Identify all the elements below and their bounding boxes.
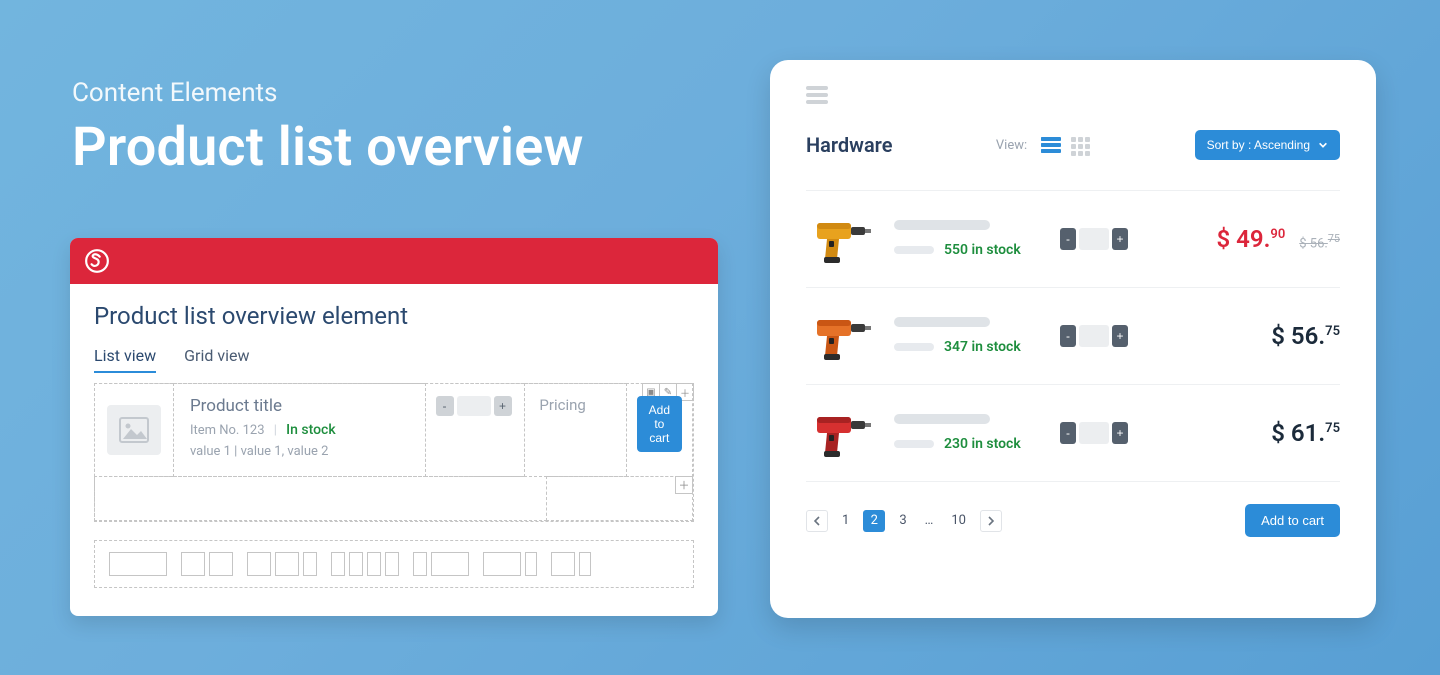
qty-input[interactable]: [1079, 228, 1109, 250]
product-title-placeholder: [894, 414, 990, 424]
pager-page[interactable]: 1: [838, 513, 853, 528]
wf-values: value 1 | value 1, value 2: [190, 444, 409, 459]
sort-label: Sort by : Ascending: [1207, 138, 1310, 152]
product-title-placeholder: [894, 317, 990, 327]
wf-box: [109, 552, 167, 576]
wf-box: [385, 552, 399, 576]
wf-box: [275, 552, 299, 576]
pager-page[interactable]: …: [921, 513, 938, 528]
wf-box: [525, 552, 537, 576]
product-image: [806, 403, 880, 463]
wf-box: [247, 552, 271, 576]
qty-plus-button[interactable]: +: [1112, 228, 1128, 250]
wf-box: [303, 552, 317, 576]
editor-header: [70, 238, 718, 284]
pager-page[interactable]: 10: [947, 513, 970, 528]
old-price: $ 56.75: [1299, 232, 1340, 251]
pagination: 123 … 10: [806, 510, 1002, 532]
qty-minus-button[interactable]: -: [1060, 422, 1076, 444]
live-card: Hardware View: Sort by : Ascending 550 i…: [770, 60, 1376, 618]
qty-minus-button[interactable]: -: [436, 396, 454, 416]
wf-box: [431, 552, 469, 576]
pager-page[interactable]: 2: [863, 510, 885, 532]
qty-plus-button[interactable]: +: [494, 396, 512, 416]
wf-box: [367, 552, 381, 576]
product-sub-placeholder: [894, 440, 934, 448]
qty-plus-button[interactable]: +: [1112, 422, 1128, 444]
stock-label: 230 in stock: [944, 436, 1021, 452]
wf-price-cell[interactable]: Pricing: [524, 383, 626, 477]
wf-product-title: Product title: [190, 396, 409, 416]
wf-box: [181, 552, 205, 576]
product-title-placeholder: [894, 220, 990, 230]
image-placeholder-icon: [107, 405, 161, 455]
wf-image-cell[interactable]: [94, 383, 174, 477]
pager-page[interactable]: 3: [895, 513, 910, 528]
product-image: [806, 306, 880, 366]
product-row: 347 in stock - + $ 56.75: [806, 287, 1340, 384]
wf-box: [551, 552, 575, 576]
wf-item-no: Item No. 123: [190, 423, 265, 438]
product-sub-placeholder: [894, 246, 934, 254]
qty-input[interactable]: [1079, 325, 1109, 347]
add-to-cart-button[interactable]: Add to cart: [1245, 504, 1340, 537]
tab-grid-view[interactable]: Grid view: [184, 346, 249, 373]
grid-view-icon[interactable]: [1071, 137, 1091, 153]
wf-box: [209, 552, 233, 576]
product-row: 550 in stock - + $ 49.90 $ 56.75: [806, 190, 1340, 287]
wireframe-block: ▣ ✎ ＋ Product title Item No. 123 | In st…: [94, 383, 694, 522]
wf-add-row-icon[interactable]: ＋: [675, 476, 693, 494]
qty-minus-button[interactable]: -: [1060, 325, 1076, 347]
editor-title: Product list overview element: [94, 302, 694, 330]
kicker: Content Elements: [72, 78, 584, 108]
wf-empty-right[interactable]: ＋: [546, 476, 693, 521]
price: $ 61.75: [1271, 419, 1340, 447]
price: $ 49.90: [1216, 225, 1285, 253]
add-to-cart-button[interactable]: Add to cart: [637, 396, 682, 452]
qty-input[interactable]: [1079, 422, 1109, 444]
wf-box: [413, 552, 427, 576]
menu-icon[interactable]: [806, 86, 828, 104]
stock-label: 550 in stock: [944, 242, 1021, 258]
chevron-down-icon: [1318, 140, 1328, 150]
category-title: Hardware: [806, 133, 892, 157]
wf-qty-cell[interactable]: - +: [425, 383, 526, 477]
product-row: 230 in stock - + $ 61.75: [806, 384, 1340, 482]
tab-list-view[interactable]: List view: [94, 346, 156, 373]
sort-button[interactable]: Sort by : Ascending: [1195, 130, 1340, 160]
wireframe-footer: [94, 540, 694, 588]
qty-input[interactable]: [457, 396, 491, 416]
pager-prev-button[interactable]: [806, 510, 828, 532]
wf-empty-left[interactable]: [94, 476, 547, 521]
price: $ 56.75: [1271, 322, 1340, 350]
wf-stock: In stock: [286, 422, 336, 438]
qty-minus-button[interactable]: -: [1060, 228, 1076, 250]
list-view-icon[interactable]: [1041, 137, 1061, 153]
brand-logo-icon: [84, 248, 110, 274]
editor-card: Product list overview element List view …: [70, 238, 718, 616]
wf-sep: |: [274, 423, 277, 438]
wf-cart-cell[interactable]: Add to cart: [626, 383, 693, 477]
wf-box: [349, 552, 363, 576]
wf-box: [331, 552, 345, 576]
page-title: Product list overview: [72, 116, 584, 179]
pager-next-button[interactable]: [980, 510, 1002, 532]
product-sub-placeholder: [894, 343, 934, 351]
product-image: [806, 209, 880, 269]
wf-box: [483, 552, 521, 576]
qty-plus-button[interactable]: +: [1112, 325, 1128, 347]
wf-box: [579, 552, 591, 576]
stock-label: 347 in stock: [944, 339, 1021, 355]
wf-info-cell[interactable]: Product title Item No. 123 | In stock va…: [173, 383, 426, 477]
view-label: View:: [996, 138, 1027, 153]
